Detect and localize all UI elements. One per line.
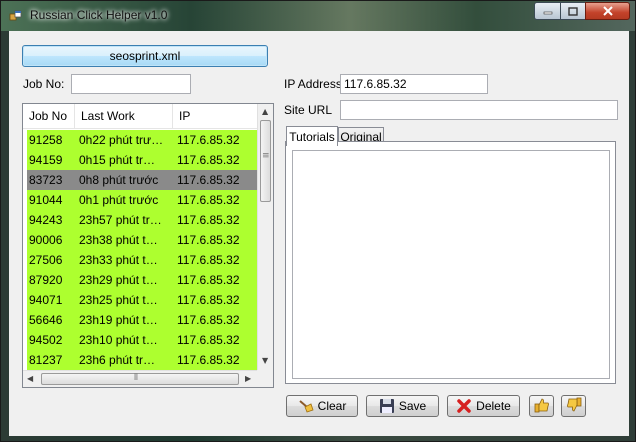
last-work-cell: 23h19 phút t…: [79, 313, 158, 327]
ip-cell: 117.6.85.32: [177, 153, 240, 167]
last-work-cell: 23h57 phút tr…: [79, 213, 162, 227]
job-no-cell: 94502: [29, 333, 63, 347]
list-item[interactable]: 94243 23h57 phút tr… 117.6.85.32: [27, 210, 257, 230]
column-header-last-work[interactable]: Last Work: [75, 104, 173, 128]
last-work-cell: 23h33 phút t…: [79, 253, 158, 267]
delete-button[interactable]: Delete: [447, 395, 520, 417]
window-frame: Russian Click Helper v1.0 seosprint.xml …: [0, 0, 636, 442]
list-item[interactable]: 81237 23h6 phút tr… 117.6.85.32: [27, 350, 257, 370]
app-icon: [9, 10, 22, 21]
ip-address-label: IP Address: [284, 77, 342, 91]
broom-icon: [298, 398, 314, 414]
last-work-cell: 0h8 phút trước: [79, 173, 159, 187]
scroll-corner: [257, 370, 273, 387]
ip-address-field[interactable]: 117.6.85.32: [340, 74, 488, 94]
list-item[interactable]: 90006 23h38 phút t… 117.6.85.32: [27, 230, 257, 250]
last-work-cell: 0h15 phút tr…: [79, 153, 156, 167]
red-x-icon: [456, 398, 472, 414]
vertical-scroll-thumb[interactable]: ≡: [260, 120, 271, 202]
last-work-cell: 0h1 phút trước: [79, 193, 159, 207]
window-title: Russian Click Helper v1.0: [30, 8, 168, 22]
job-no-cell: 27506: [29, 253, 63, 267]
last-work-cell: 23h6 phút tr…: [79, 353, 156, 367]
tutorial-text-area[interactable]: [292, 150, 610, 379]
list-item[interactable]: 91044 0h1 phút trước 117.6.85.32: [27, 190, 257, 210]
maximize-button[interactable]: [560, 2, 586, 20]
list-item[interactable]: 87920 23h29 phút t… 117.6.85.32: [27, 270, 257, 290]
list-header: Job No Last Work IP: [23, 104, 257, 129]
thumbs-up-icon: [534, 397, 550, 416]
save-button[interactable]: Save: [366, 395, 439, 417]
job-no-cell: 56646: [29, 313, 63, 327]
job-no-cell: 94159: [29, 153, 63, 167]
ip-cell: 117.6.85.32: [177, 133, 240, 147]
job-no-cell: 91044: [29, 193, 63, 207]
grip-icon: ⦀: [134, 373, 138, 383]
ip-cell: 117.6.85.32: [177, 213, 240, 227]
list-item[interactable]: 94502 23h10 phút t… 117.6.85.32: [27, 330, 257, 350]
ip-cell: 117.6.85.32: [177, 173, 240, 187]
ip-cell: 117.6.85.32: [177, 273, 240, 287]
scroll-left-icon[interactable]: ◀: [27, 374, 33, 383]
grip-icon: ≡: [262, 151, 270, 161]
ip-cell: 117.6.85.32: [177, 353, 240, 367]
list-item[interactable]: 94159 0h15 phút tr… 117.6.85.32: [27, 150, 257, 170]
delete-label: Delete: [476, 399, 511, 413]
scroll-right-icon[interactable]: ▶: [245, 374, 251, 383]
vertical-scrollbar[interactable]: ▲ ≡ ▼: [257, 104, 273, 370]
site-url-field[interactable]: [340, 100, 618, 120]
clear-button[interactable]: Clear: [286, 395, 358, 417]
job-no-cell: 94243: [29, 213, 63, 227]
list-item[interactable]: 27506 23h33 phút t… 117.6.85.32: [27, 250, 257, 270]
minimize-icon: [543, 11, 552, 15]
scroll-up-icon[interactable]: ▲: [262, 107, 268, 116]
job-no-cell: 81237: [29, 353, 63, 367]
last-work-cell: 23h10 phút t…: [79, 333, 158, 347]
job-no-cell: 90006: [29, 233, 63, 247]
job-no-cell: 91258: [29, 133, 63, 147]
column-header-ip[interactable]: IP: [173, 104, 257, 128]
floppy-disk-icon: [379, 398, 395, 414]
horizontal-scrollbar[interactable]: ◀ ⦀ ▶: [23, 370, 257, 387]
ip-cell: 117.6.85.32: [177, 193, 240, 207]
last-work-cell: 23h29 phút t…: [79, 273, 158, 287]
job-no-field[interactable]: [71, 74, 191, 94]
list-item[interactable]: 91258 0h22 phút trư… 117.6.85.32: [27, 130, 257, 150]
list-item[interactable]: 56646 23h19 phút t… 117.6.85.32: [27, 310, 257, 330]
horizontal-scroll-thumb[interactable]: ⦀: [41, 373, 239, 385]
minimize-button[interactable]: [534, 2, 561, 20]
ip-cell: 117.6.85.32: [177, 233, 240, 247]
ip-cell: 117.6.85.32: [177, 253, 240, 267]
ip-cell: 117.6.85.32: [177, 313, 240, 327]
job-no-cell: 87920: [29, 273, 63, 287]
load-xml-button[interactable]: seosprint.xml: [22, 45, 268, 67]
jobs-list[interactable]: Job No Last Work IP 91258 0h22 phút trư… 1…: [22, 103, 274, 388]
list-item[interactable]: 94071 23h25 phút t… 117.6.85.32: [27, 290, 257, 310]
tab-panel: [285, 141, 616, 384]
clear-label: Clear: [317, 399, 347, 413]
dislike-button[interactable]: [561, 395, 586, 417]
last-work-cell: 23h25 phút t…: [79, 293, 158, 307]
save-label: Save: [398, 399, 427, 413]
scroll-down-icon[interactable]: ▼: [262, 356, 268, 365]
maximize-icon: [568, 6, 578, 16]
job-no-cell: 83723: [29, 173, 63, 187]
last-work-cell: 0h22 phút trư…: [79, 133, 164, 147]
list-item[interactable]: 83723 0h8 phút trước 117.6.85.32: [27, 170, 257, 190]
list-rows: 91258 0h22 phút trư… 117.6.85.32 94159 0h15 …: [27, 130, 257, 370]
site-url-label: Site URL: [284, 103, 333, 117]
thumbs-down-icon: [566, 397, 582, 416]
close-button[interactable]: [585, 2, 630, 20]
close-icon: [602, 6, 613, 16]
job-no-label: Job No:: [23, 77, 65, 91]
like-button[interactable]: [529, 395, 554, 417]
title-bar[interactable]: Russian Click Helper v1.0: [1, 1, 636, 31]
client-area: seosprint.xml Job No: IP Address 117.6.8…: [9, 31, 629, 436]
last-work-cell: 23h38 phút t…: [79, 233, 158, 247]
tab-tutorials[interactable]: Tutorials: [286, 126, 338, 146]
ip-cell: 117.6.85.32: [177, 333, 240, 347]
ip-cell: 117.6.85.32: [177, 293, 240, 307]
column-header-job-no[interactable]: Job No: [23, 104, 75, 128]
job-no-cell: 94071: [29, 293, 63, 307]
